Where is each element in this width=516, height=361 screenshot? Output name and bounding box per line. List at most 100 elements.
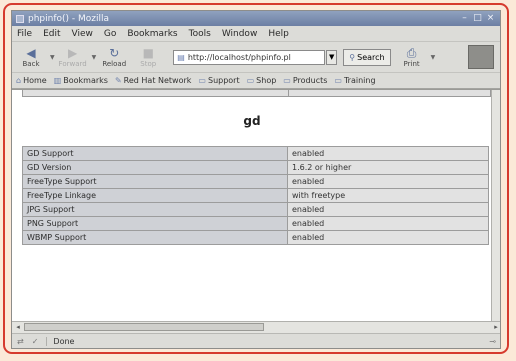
row-value: with freetype: [287, 188, 489, 203]
menu-tools[interactable]: Tools: [189, 29, 211, 39]
back-arrow-icon: ◀: [26, 46, 36, 60]
scroll-left-icon[interactable]: ◂: [14, 323, 22, 331]
vertical-scrollbar[interactable]: [491, 90, 500, 322]
reload-button[interactable]: ↻ Reload: [99, 46, 129, 68]
table-row: GD Support enabled: [22, 146, 489, 161]
page-content: gd GD Support enabled GD Version 1.6.2 or …: [12, 89, 500, 322]
row-value: 1.6.2 or higher: [287, 160, 489, 175]
folder-icon: ▭: [246, 76, 255, 85]
bookmark-shop[interactable]: ▭ Shop: [247, 76, 277, 85]
horizontal-scrollbar[interactable]: ◂ ▸: [12, 321, 500, 333]
bookmark-support-label: Support: [207, 76, 240, 85]
page-icon: ▤: [177, 52, 185, 62]
stop-label: Stop: [140, 60, 157, 68]
navigation-toolbar: ◀ Back ▼ ▶ Forward ▼ ↻ Reload ■ Stop ▤ h…: [12, 42, 500, 73]
status-bar: ⇄ ✓ Done ⊸: [12, 333, 500, 348]
title-bar: phpinfo() - Mozilla – □ ×: [12, 11, 500, 26]
screenshot-frame: phpinfo() - Mozilla – □ × File Edit View…: [3, 3, 509, 354]
row-key: PNG Support: [22, 216, 288, 231]
close-button[interactable]: ×: [485, 13, 496, 24]
search-label: Search: [357, 52, 385, 62]
forward-button[interactable]: ▶ Forward: [58, 46, 88, 68]
bookmark-bookmarks-label: Bookmarks: [63, 76, 108, 85]
window-title: phpinfo() - Mozilla: [28, 13, 110, 24]
previous-table-fragment: [22, 90, 491, 97]
link-icon: ✎: [114, 76, 122, 85]
table-row: GD Version 1.6.2 or higher: [22, 160, 489, 175]
menu-edit[interactable]: Edit: [43, 29, 60, 39]
bookmarks-icon: ▥: [53, 76, 62, 85]
row-value: enabled: [287, 202, 489, 217]
bookmarks-toolbar: ⌂ Home ▥ Bookmarks ✎ Red Hat Network ▭ Suppo…: [12, 73, 500, 89]
minimize-button[interactable]: –: [459, 13, 470, 24]
connection-icon: ⊸: [489, 337, 496, 346]
bookmark-training[interactable]: ▭ Training: [334, 76, 375, 85]
bookmark-bookmarks[interactable]: ▥ Bookmarks: [54, 76, 108, 85]
folder-icon: ▭: [198, 76, 206, 85]
row-key: FreeType Linkage: [22, 188, 288, 203]
home-icon: ⌂: [16, 76, 22, 85]
folder-icon: ▭: [283, 76, 291, 85]
back-button[interactable]: ◀ Back: [16, 46, 46, 68]
section-heading: gd: [243, 114, 261, 128]
scroll-right-icon[interactable]: ▸: [492, 323, 500, 331]
scrollbar-thumb[interactable]: [24, 323, 264, 331]
menu-bar: File Edit View Go Bookmarks Tools Window…: [12, 26, 500, 42]
table-row: WBMP Support enabled: [22, 230, 489, 245]
row-value: enabled: [287, 174, 489, 189]
bookmark-home-label: Home: [23, 76, 47, 85]
row-key: WBMP Support: [22, 230, 288, 245]
bookmark-products[interactable]: ▭ Products: [283, 76, 327, 85]
bookmark-red-hat-network[interactable]: ✎ Red Hat Network: [115, 76, 191, 85]
bookmark-rhn-label: Red Hat Network: [123, 76, 192, 85]
row-value: enabled: [287, 230, 489, 245]
status-text: Done: [46, 337, 74, 346]
reload-label: Reload: [102, 60, 127, 68]
menu-file[interactable]: File: [17, 29, 32, 39]
table-row: FreeType Support enabled: [22, 174, 489, 189]
row-key: JPG Support: [22, 202, 288, 217]
url-history-dropdown[interactable]: ▼: [326, 49, 338, 65]
back-label: Back: [22, 60, 40, 68]
security-icon: ✓: [31, 337, 39, 346]
table-row: FreeType Linkage with freetype: [22, 188, 489, 203]
row-key: GD Version: [22, 160, 288, 175]
back-dropdown-icon[interactable]: ▼: [50, 54, 55, 61]
stop-icon: ■: [142, 46, 154, 60]
printer-icon: ⎙: [406, 46, 417, 60]
search-icon: ⚲: [349, 52, 356, 62]
browser-window: phpinfo() - Mozilla – □ × File Edit View…: [11, 10, 501, 349]
forward-dropdown-icon[interactable]: ▼: [92, 54, 97, 61]
menu-window[interactable]: Window: [222, 29, 258, 39]
table-row: PNG Support enabled: [22, 216, 489, 231]
menu-help[interactable]: Help: [268, 29, 289, 39]
row-key: GD Support: [22, 146, 288, 161]
menu-view[interactable]: View: [72, 29, 93, 39]
bookmark-support[interactable]: ▭ Support: [198, 76, 239, 85]
search-button[interactable]: ⚲ Search: [343, 48, 391, 66]
url-input[interactable]: ▤ http://localhost/phpinfo.pl: [173, 49, 326, 65]
bookmark-shop-label: Shop: [256, 76, 277, 85]
maximize-button[interactable]: □: [472, 13, 483, 24]
gd-info-table: GD Support enabled GD Version 1.6.2 or hig…: [22, 146, 489, 245]
row-value: enabled: [287, 146, 489, 161]
bookmark-products-label: Products: [292, 76, 328, 85]
table-row: JPG Support enabled: [22, 202, 489, 217]
forward-label: Forward: [58, 60, 87, 68]
forward-arrow-icon: ▶: [68, 46, 78, 60]
window-icon: [16, 14, 24, 23]
bookmark-training-label: Training: [343, 76, 376, 85]
menu-go[interactable]: Go: [104, 29, 116, 39]
print-dropdown-icon[interactable]: ▼: [431, 54, 436, 61]
folder-icon: ▭: [334, 76, 342, 85]
print-button[interactable]: ⎙ Print: [397, 46, 427, 68]
url-value: http://localhost/phpinfo.pl: [187, 52, 291, 62]
row-value: enabled: [287, 216, 489, 231]
bookmark-home[interactable]: ⌂ Home: [16, 76, 47, 85]
stop-button[interactable]: ■ Stop: [133, 46, 163, 68]
activity-throbber: [468, 45, 494, 69]
menu-bookmarks[interactable]: Bookmarks: [127, 29, 177, 39]
offline-icon[interactable]: ⇄: [17, 337, 24, 346]
print-label: Print: [403, 60, 420, 68]
reload-icon: ↻: [109, 46, 120, 60]
